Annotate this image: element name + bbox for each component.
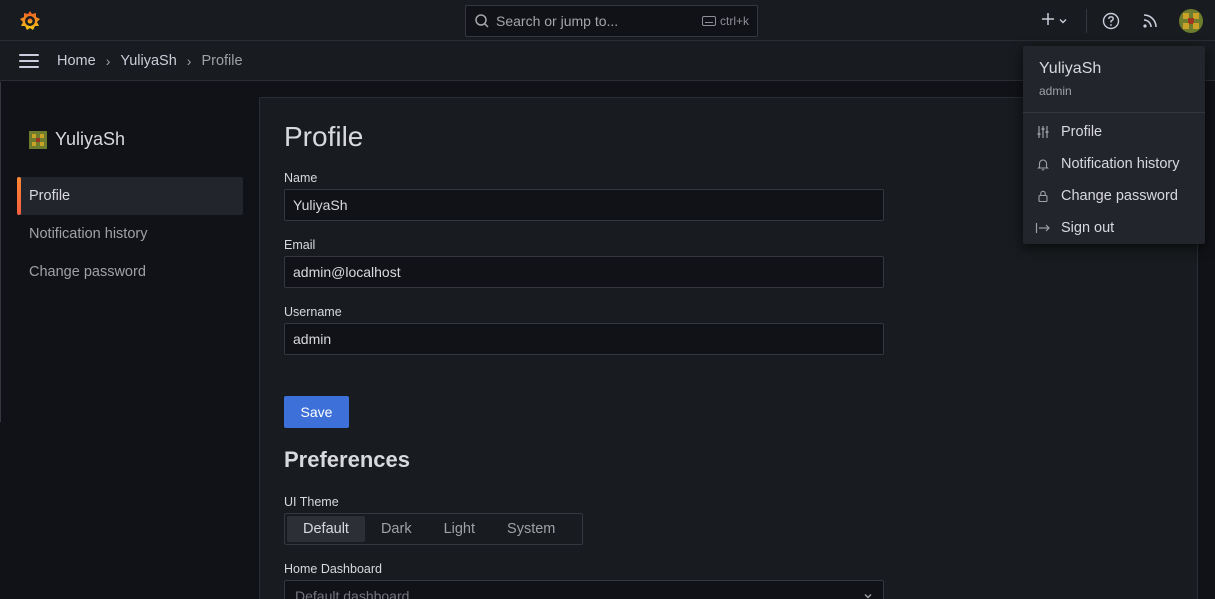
chevron-right-icon: › — [105, 52, 111, 69]
sign-out-icon — [1035, 220, 1051, 236]
profile-menu-header: YuliyaSh admin — [1023, 46, 1205, 113]
sidebar-item-profile[interactable]: Profile — [17, 177, 243, 215]
search-shortcut: ctrl+k — [701, 14, 749, 28]
breadcrumb-profile: Profile — [201, 52, 243, 69]
help-icon[interactable] — [1101, 11, 1121, 31]
profile-menu: YuliyaSh admin Profile Notification hist… — [1023, 46, 1205, 244]
preferences-title: Preferences — [284, 447, 410, 472]
theme-option-light[interactable]: Light — [428, 516, 491, 542]
avatar[interactable] — [1179, 8, 1203, 33]
theme-option-default[interactable]: Default — [287, 516, 365, 542]
sidebar-item-change-password[interactable]: Change password — [17, 253, 243, 291]
sidebar-user: YuliyaSh — [29, 129, 125, 150]
menu-item-label: Sign out — [1061, 220, 1115, 236]
home-dashboard-select[interactable]: Default dashboard — [284, 580, 884, 599]
theme-option-system[interactable]: System — [491, 516, 571, 542]
lock-icon — [1035, 188, 1051, 204]
grafana-logo-icon[interactable] — [18, 9, 42, 33]
sidebar-item-notification-history[interactable]: Notification history — [17, 215, 243, 253]
name-field[interactable] — [284, 189, 884, 221]
menu-item-notification-history[interactable]: Notification history — [1023, 148, 1205, 180]
sliders-icon — [1035, 124, 1051, 140]
keyboard-icon — [701, 16, 716, 26]
menu-item-profile[interactable]: Profile — [1023, 116, 1205, 148]
menu-item-label: Notification history — [1061, 156, 1180, 172]
ui-theme-radio-group: Default Dark Light System — [284, 513, 583, 545]
username-label: Username — [284, 305, 342, 319]
breadcrumb-user[interactable]: YuliyaSh — [120, 53, 176, 69]
breadcrumb-home[interactable]: Home — [57, 53, 96, 69]
sidebar-user-name: YuliyaSh — [55, 129, 126, 149]
home-dashboard-value: Default dashboard — [295, 588, 410, 599]
chevron-down-icon — [863, 588, 873, 599]
email-field[interactable] — [284, 256, 884, 288]
name-label: Name — [284, 171, 318, 185]
chevron-right-icon: › — [186, 52, 192, 69]
email-label: Email — [284, 238, 316, 252]
plus-icon — [1041, 12, 1055, 29]
bell-icon — [1035, 156, 1051, 172]
ui-theme-label: UI Theme — [284, 495, 339, 509]
menu-item-label: Profile — [1061, 124, 1103, 140]
shortcut-text: ctrl+k — [719, 14, 749, 28]
sidebar-item-label: Profile — [29, 188, 71, 204]
theme-option-dark[interactable]: Dark — [365, 516, 428, 542]
page-title: Profile — [284, 121, 364, 152]
menu-item-sign-out[interactable]: Sign out — [1023, 212, 1205, 244]
profile-menu-user-name: YuliyaSh — [1039, 60, 1102, 77]
topbar-divider — [1086, 8, 1087, 33]
profile-menu-list: Profile Notification history Change pass… — [1023, 113, 1205, 244]
breadcrumb: Home › YuliyaSh › Profile — [57, 53, 243, 69]
username-field[interactable] — [284, 323, 884, 355]
chevron-down-icon — [1058, 13, 1068, 29]
menu-icon[interactable] — [19, 53, 39, 68]
save-button[interactable]: Save — [284, 396, 349, 428]
search-placeholder: Search or jump to... — [496, 13, 619, 29]
sidebar-item-label: Change password — [29, 264, 146, 280]
topbar-actions — [1041, 0, 1215, 41]
user-avatar-icon — [29, 130, 47, 149]
home-dashboard-label: Home Dashboard — [284, 562, 382, 576]
window-edge — [0, 82, 1, 422]
sidebar-item-label: Notification history — [29, 226, 148, 242]
sidebar-nav: Profile Notification history Change pass… — [17, 177, 243, 291]
menu-item-label: Change password — [1061, 188, 1178, 204]
search-icon — [474, 13, 490, 29]
news-icon[interactable] — [1140, 11, 1160, 31]
new-button[interactable] — [1041, 12, 1068, 29]
menu-item-change-password[interactable]: Change password — [1023, 180, 1205, 212]
top-navbar: Search or jump to... ctrl+k — [0, 0, 1215, 41]
profile-menu-user-login: admin — [1039, 84, 1072, 98]
search-bar[interactable]: Search or jump to... ctrl+k — [465, 5, 758, 37]
